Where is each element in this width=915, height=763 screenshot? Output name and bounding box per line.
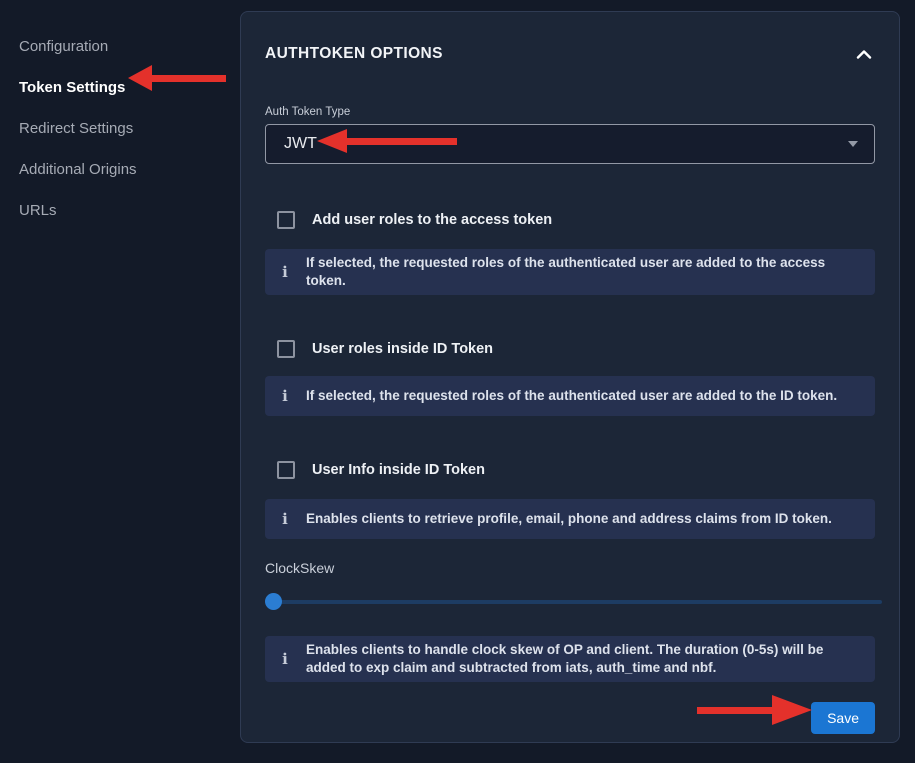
panel-header: AUTHTOKEN OPTIONS [265, 42, 875, 66]
chevron-up-icon[interactable] [853, 43, 875, 65]
info-box-user-roles-id-token: ℹ If selected, the requested roles of th… [265, 376, 875, 416]
info-box-clockskew: ℹ Enables clients to handle clock skew o… [265, 636, 875, 682]
sidebar-item-label: URLs [19, 202, 57, 219]
info-text: Enables clients to handle clock skew of … [306, 641, 861, 677]
checkbox-row-user-info-id-token: User Info inside ID Token [265, 461, 875, 479]
auth-token-type-value: JWT [284, 135, 317, 153]
checkbox-user-roles-id-token[interactable] [277, 340, 295, 358]
checkbox-label[interactable]: User roles inside ID Token [312, 341, 493, 357]
sidebar-item-label: Configuration [19, 38, 108, 55]
sidebar-item-redirect-settings[interactable]: Redirect Settings [0, 108, 240, 149]
sidebar-item-urls[interactable]: URLs [0, 190, 240, 231]
panel-actions: Save [265, 702, 875, 734]
checkbox-row-add-user-roles: Add user roles to the access token [265, 211, 875, 229]
info-icon: ℹ [279, 387, 291, 405]
checkbox-label[interactable]: Add user roles to the access token [312, 212, 552, 228]
info-text: If selected, the requested roles of the … [306, 254, 861, 290]
slider-thumb[interactable] [265, 593, 282, 610]
sidebar-item-label: Token Settings [19, 79, 125, 96]
panel-title: AUTHTOKEN OPTIONS [265, 45, 443, 63]
info-box-add-user-roles: ℹ If selected, the requested roles of th… [265, 249, 875, 295]
authtoken-options-panel: AUTHTOKEN OPTIONS Auth Token Type JWT Ad… [240, 11, 900, 743]
info-icon: ℹ [279, 263, 291, 281]
sidebar: Configuration Token Settings Redirect Se… [0, 0, 240, 763]
sidebar-item-additional-origins[interactable]: Additional Origins [0, 149, 240, 190]
info-text: Enables clients to retrieve profile, ema… [306, 510, 832, 528]
clockskew-label: ClockSkew [265, 560, 875, 577]
info-icon: ℹ [279, 650, 291, 668]
info-text: If selected, the requested roles of the … [306, 387, 837, 405]
checkbox-row-user-roles-id-token: User roles inside ID Token [265, 340, 875, 358]
token-settings-screen: Configuration Token Settings Redirect Se… [0, 0, 915, 763]
checkbox-add-user-roles[interactable] [277, 211, 295, 229]
checkbox-user-info-id-token[interactable] [277, 461, 295, 479]
sidebar-item-label: Additional Origins [19, 161, 137, 178]
checkbox-label[interactable]: User Info inside ID Token [312, 462, 485, 478]
sidebar-item-configuration[interactable]: Configuration [0, 26, 240, 67]
clockskew-slider[interactable] [265, 593, 875, 610]
save-button[interactable]: Save [811, 702, 875, 734]
main-content: AUTHTOKEN OPTIONS Auth Token Type JWT Ad… [240, 0, 915, 763]
info-icon: ℹ [279, 510, 291, 528]
info-box-user-info-id-token: ℹ Enables clients to retrieve profile, e… [265, 499, 875, 539]
slider-track[interactable] [265, 600, 882, 604]
sidebar-item-token-settings[interactable]: Token Settings [0, 67, 240, 108]
caret-down-icon [848, 141, 858, 147]
auth-token-type-select[interactable]: JWT [265, 124, 875, 164]
sidebar-item-label: Redirect Settings [19, 120, 133, 137]
auth-token-type-label: Auth Token Type [265, 106, 875, 120]
